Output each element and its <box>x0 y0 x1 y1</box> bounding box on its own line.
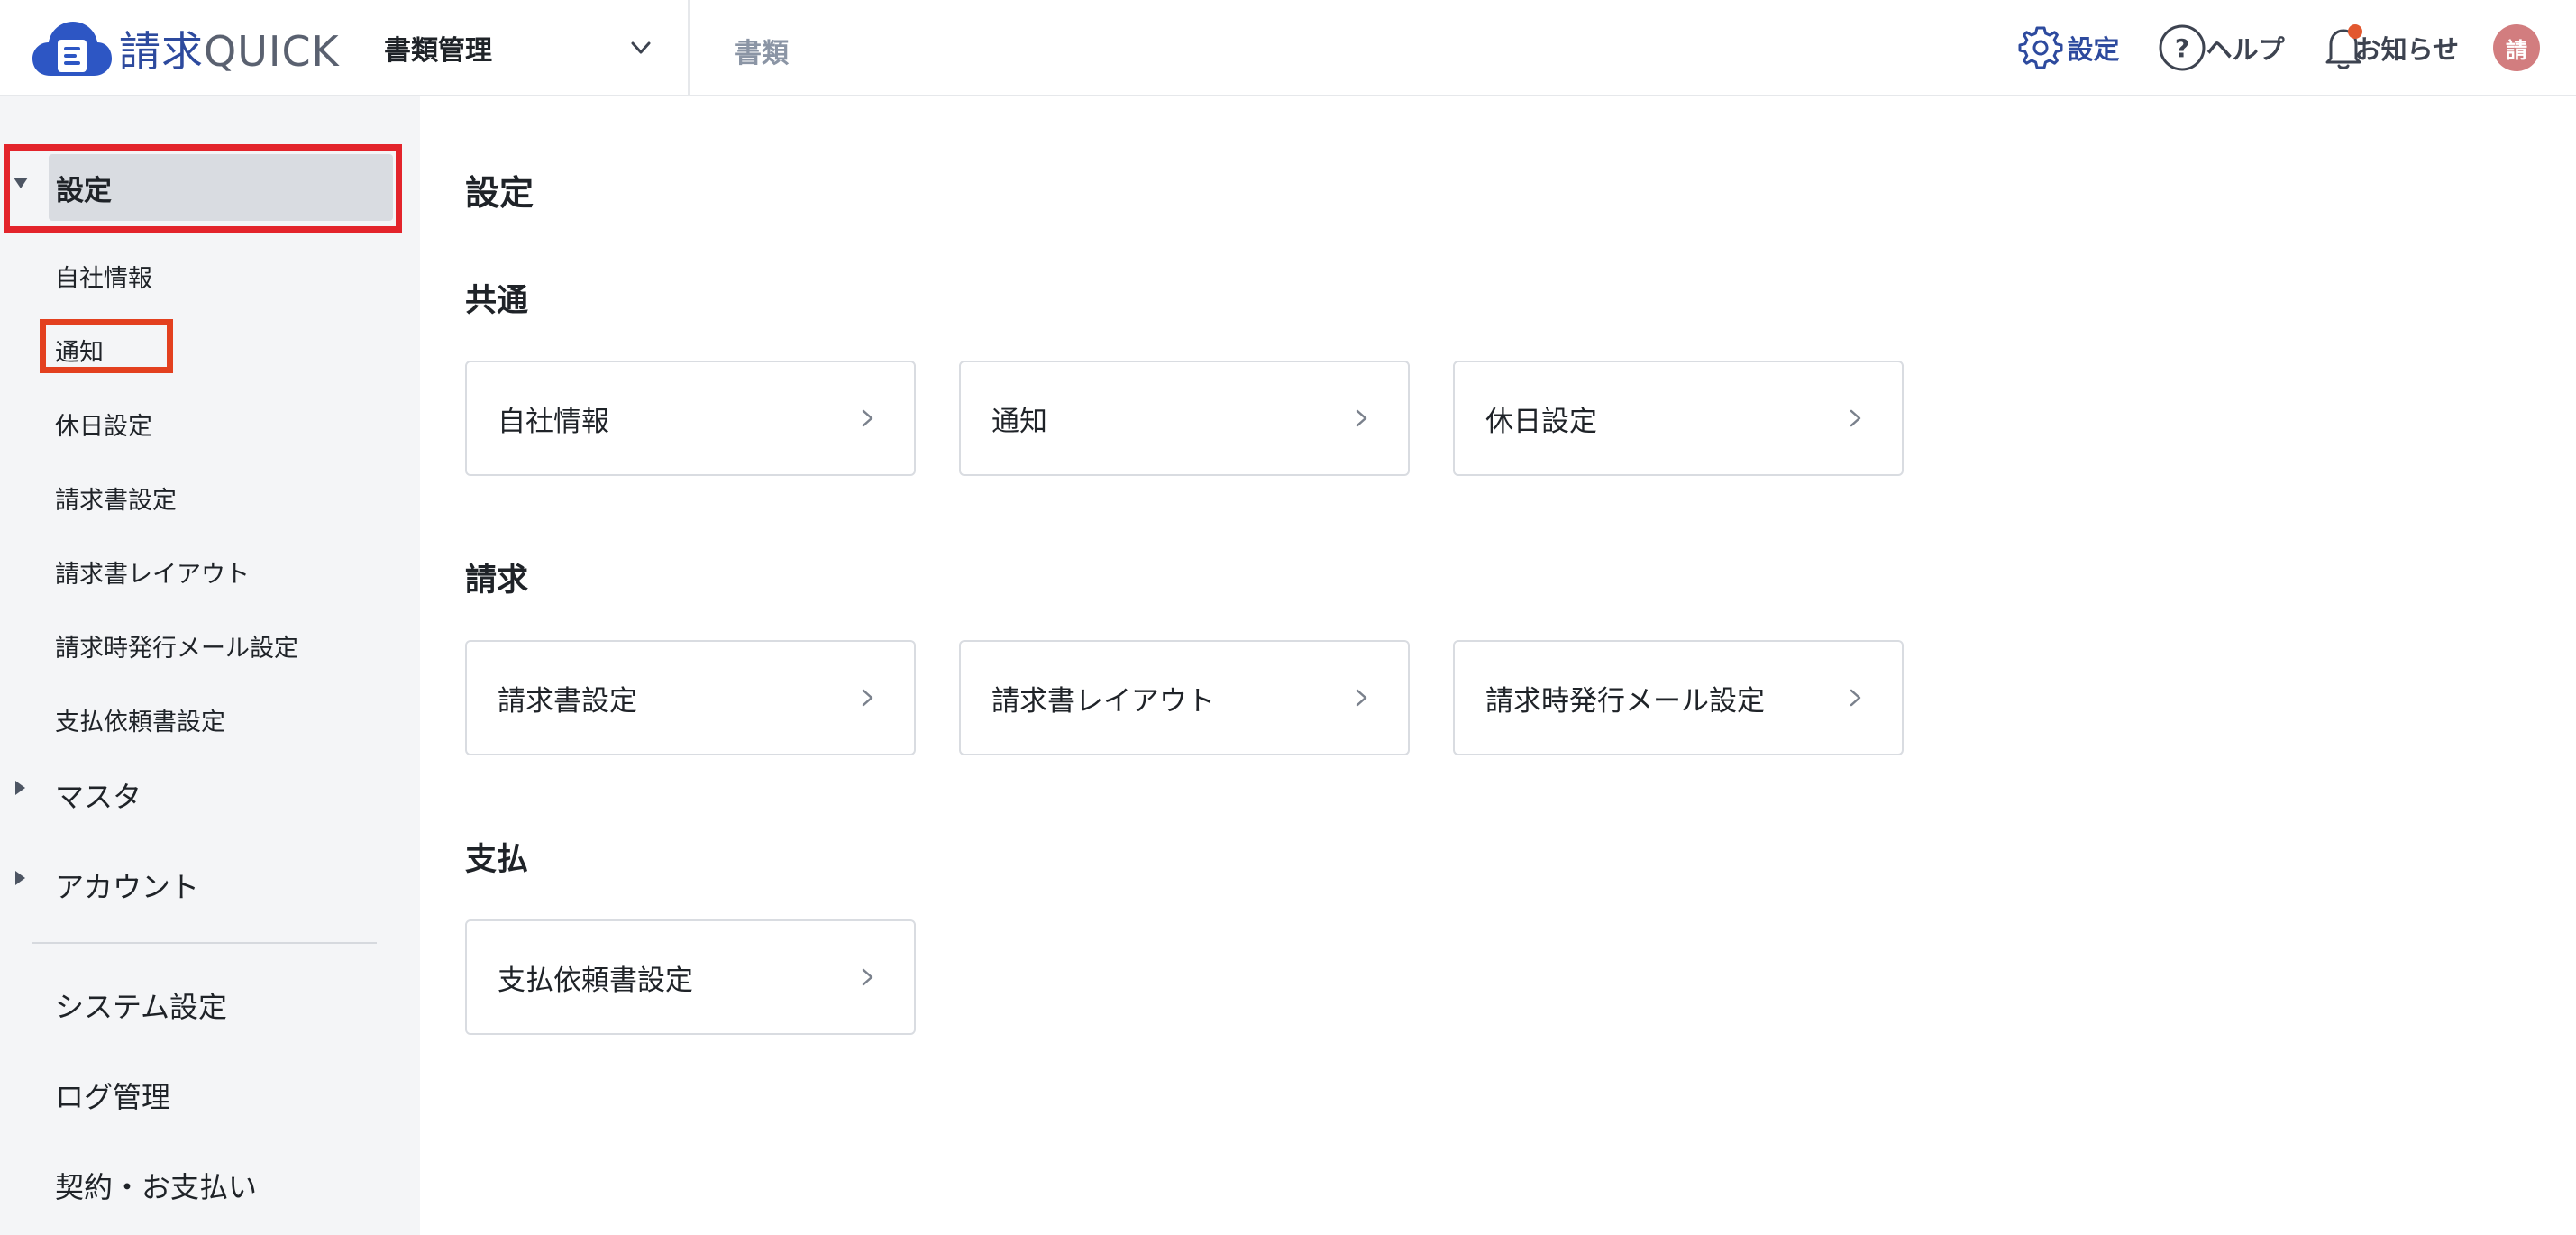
card-label: 休日設定 <box>1485 405 1597 438</box>
settings-button[interactable]: 設定 <box>2017 24 2120 71</box>
card-label: 請求書レイアウト <box>991 684 1215 718</box>
sidebar: 設定 自社情報 通知 休日設定 請求書設定 請求書レイアウト 請求時発行メール設… <box>0 96 420 1235</box>
section-title-billing: 請求 <box>465 563 529 599</box>
card-notification[interactable]: 通知 <box>959 361 1410 476</box>
card-invoice-settings[interactable]: 請求書設定 <box>465 640 916 755</box>
notifications-label: お知らせ <box>2354 34 2459 65</box>
section-title-common: 共通 <box>465 283 529 319</box>
page-title: 設定 <box>465 173 534 213</box>
sidebar-item-invoice-mail-settings[interactable]: 請求時発行メール設定 <box>55 628 298 663</box>
logo-text: 請求QUICK <box>119 27 340 76</box>
sidebar-item-company-info[interactable]: 自社情報 <box>55 259 152 294</box>
sidebar-item-notification[interactable]: 通知 <box>55 333 104 368</box>
sidebar-item-log-management[interactable]: ログ管理 <box>55 1075 170 1116</box>
svg-text:?: ? <box>2174 33 2188 63</box>
notification-badge <box>2347 24 2362 39</box>
chevron-right-icon <box>862 689 873 707</box>
top-header: 請求QUICK 書類管理 書類 設定 ? ヘルプ お知らせ 請 <box>0 0 2576 96</box>
chevron-right-icon <box>862 968 873 986</box>
bell-icon-wrapper <box>2323 24 2364 71</box>
card-label: 請求書設定 <box>498 684 637 718</box>
help-button[interactable]: ? ヘルプ <box>2158 23 2285 72</box>
card-payment-request-settings[interactable]: 支払依頼書設定 <box>465 919 916 1035</box>
header-divider <box>688 0 690 96</box>
chevron-right-icon <box>1850 409 1861 427</box>
card-company-info[interactable]: 自社情報 <box>465 361 916 476</box>
sidebar-divider <box>32 942 377 944</box>
card-invoice-layout[interactable]: 請求書レイアウト <box>959 640 1410 755</box>
help-label: ヘルプ <box>2206 34 2285 65</box>
card-label: 通知 <box>991 405 1047 438</box>
notifications-button[interactable]: お知らせ <box>2323 24 2459 71</box>
sidebar-item-invoice-layout[interactable]: 請求書レイアウト <box>55 554 250 590</box>
caret-right-icon[interactable] <box>15 871 25 885</box>
sidebar-item-payment-request-settings[interactable]: 支払依頼書設定 <box>55 702 225 737</box>
card-label: 自社情報 <box>498 405 609 438</box>
sidebar-item-system-settings[interactable]: システム設定 <box>55 984 227 1026</box>
app-logo[interactable]: 請求QUICK <box>31 18 340 79</box>
nav-documents-link[interactable]: 書類 <box>735 31 789 70</box>
help-circle-icon: ? <box>2159 24 2206 71</box>
header-actions: 設定 ? ヘルプ お知らせ 請 <box>1979 20 2540 76</box>
caret-right-icon[interactable] <box>15 781 25 795</box>
user-avatar[interactable]: 請 <box>2493 24 2540 71</box>
chevron-right-icon <box>1850 689 1861 707</box>
card-invoice-mail-settings[interactable]: 請求時発行メール設定 <box>1453 640 1904 755</box>
card-label: 支払依頼書設定 <box>498 964 693 997</box>
caret-down-icon[interactable] <box>14 178 28 188</box>
chevron-right-icon <box>862 409 873 427</box>
sidebar-item-invoice-settings[interactable]: 請求書設定 <box>55 480 177 516</box>
sidebar-item-settings[interactable]: 設定 <box>49 154 393 221</box>
sidebar-item-holiday-settings[interactable]: 休日設定 <box>55 407 152 442</box>
sidebar-item-contract-payment[interactable]: 契約・お支払い <box>55 1165 257 1206</box>
document-management-dropdown[interactable]: 書類管理 <box>384 23 654 72</box>
sidebar-item-master[interactable]: マスタ <box>55 774 142 816</box>
card-label: 請求時発行メール設定 <box>1485 684 1765 718</box>
chevron-right-icon <box>1356 689 1367 707</box>
chevron-down-icon <box>631 41 651 54</box>
cloud-document-icon <box>32 22 112 76</box>
chevron-right-icon <box>1356 409 1367 427</box>
sidebar-item-account[interactable]: アカウント <box>55 864 199 906</box>
settings-label: 設定 <box>2067 34 2120 65</box>
document-management-label: 書類管理 <box>384 35 492 67</box>
gear-icon <box>2018 26 2063 69</box>
section-title-payment: 支払 <box>465 842 529 878</box>
card-holiday-settings[interactable]: 休日設定 <box>1453 361 1904 476</box>
